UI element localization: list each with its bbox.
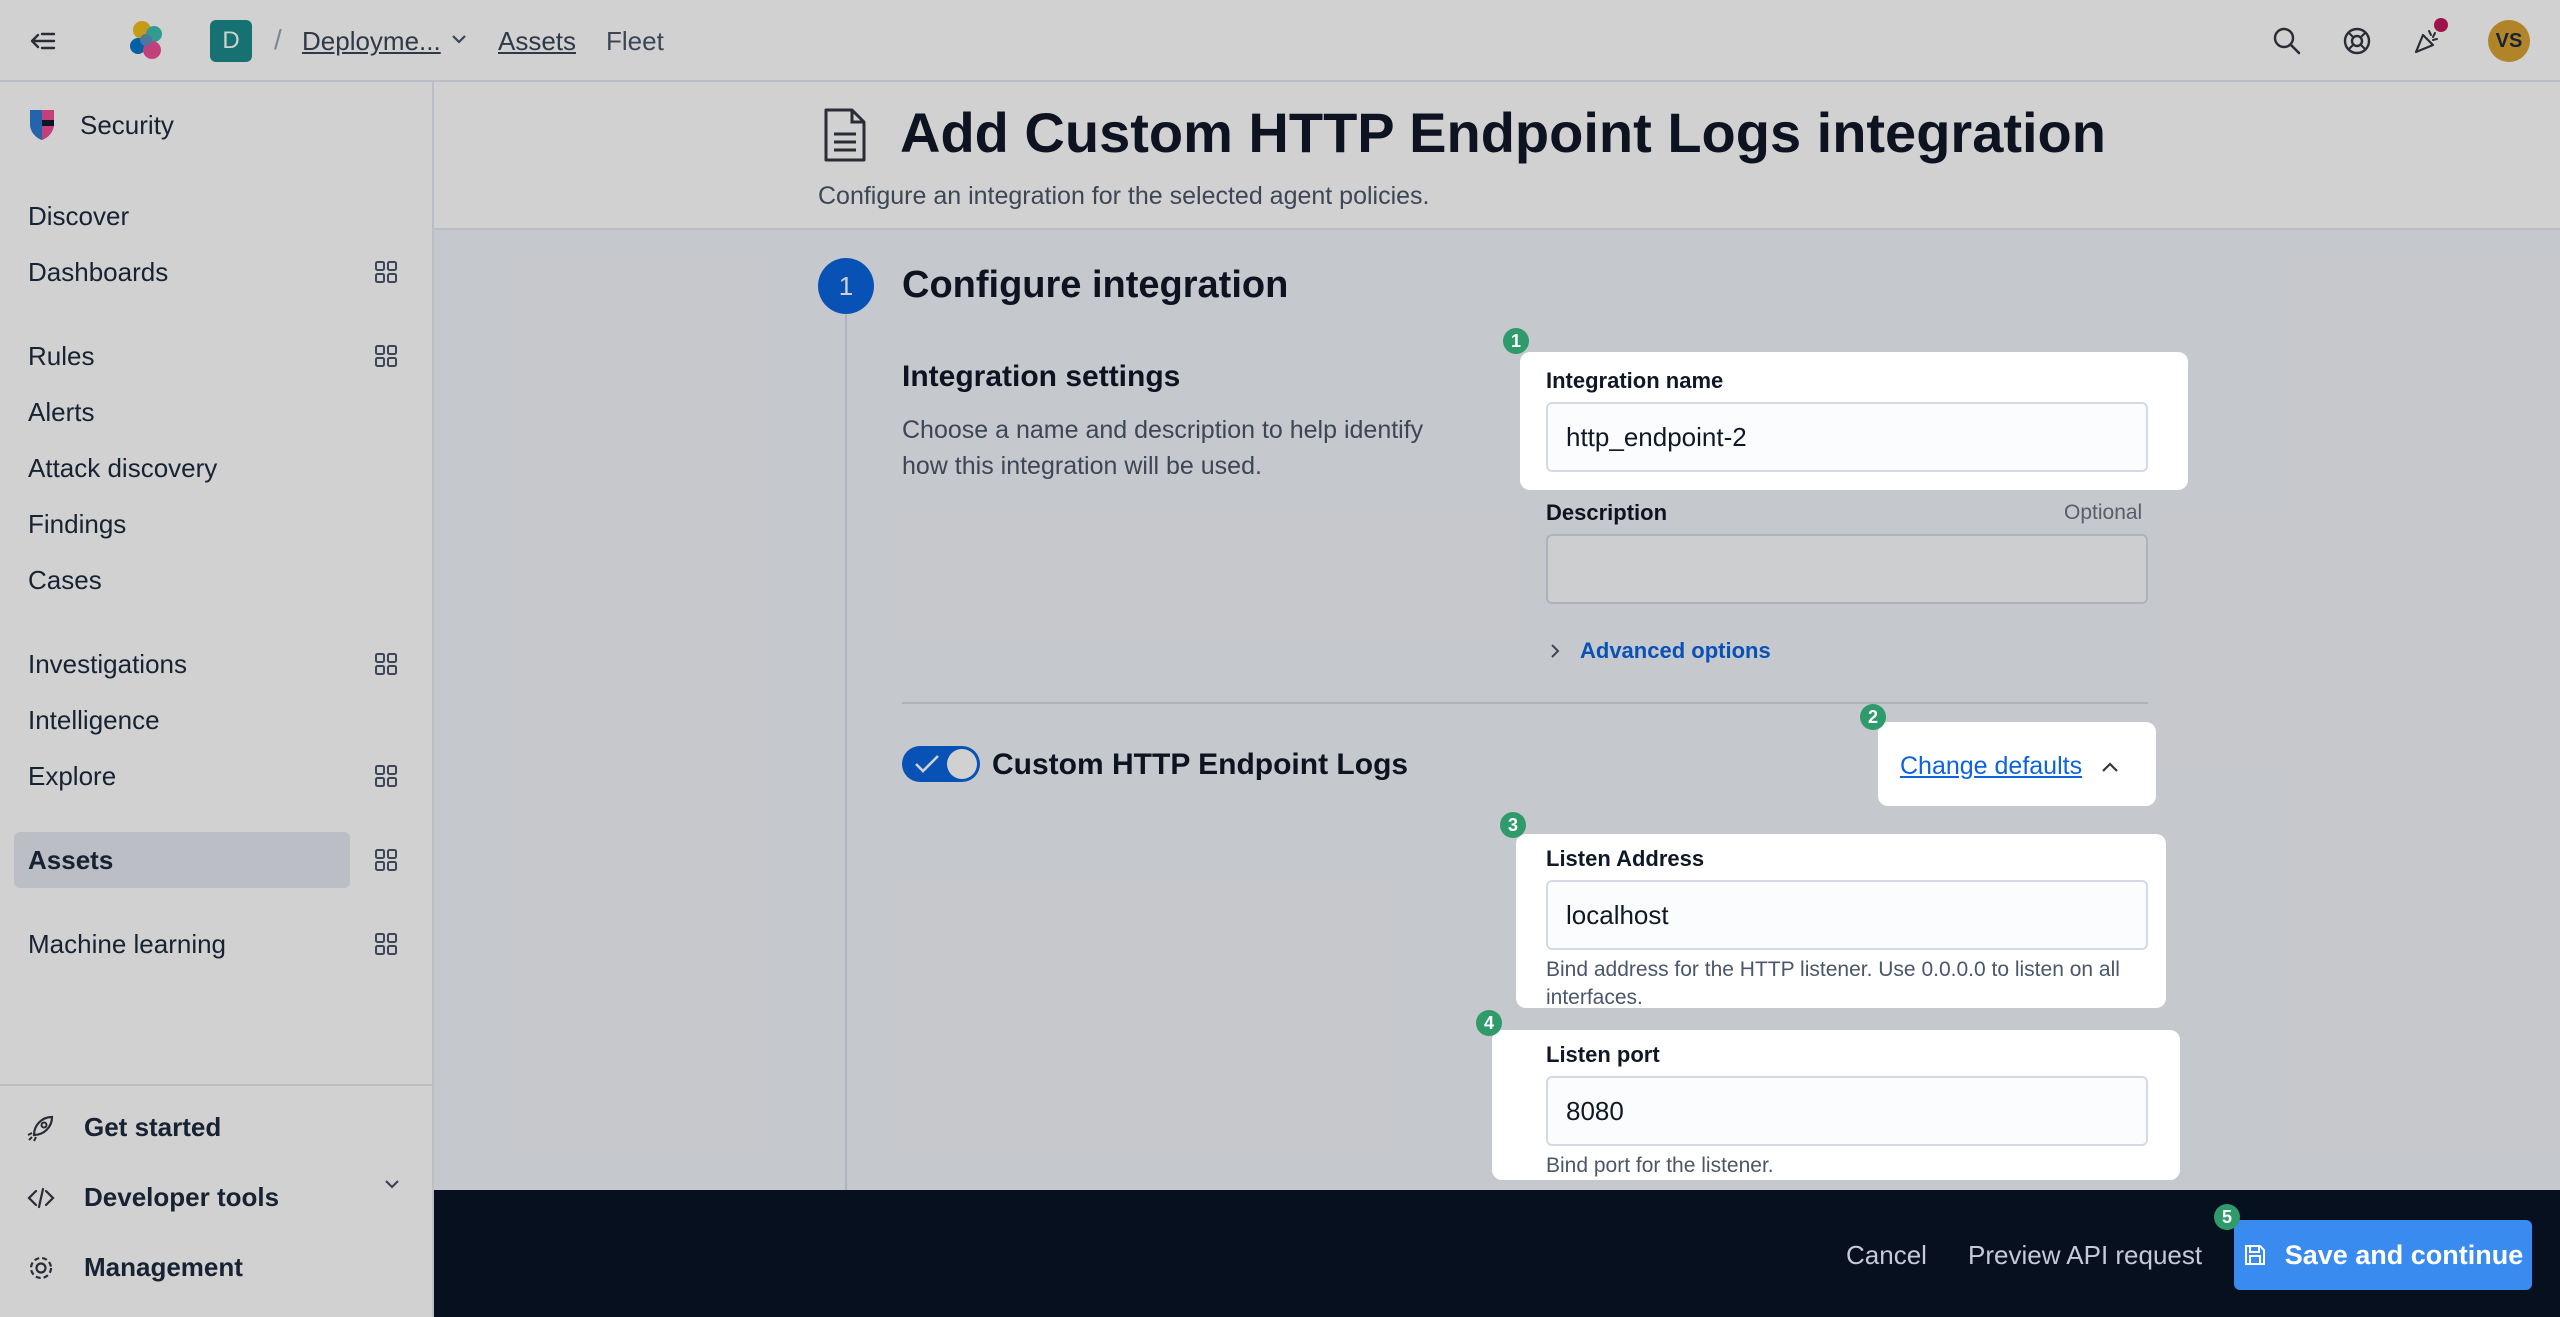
app-grid-icon[interactable] bbox=[374, 932, 398, 956]
marker-4: 4 bbox=[1476, 1010, 1502, 1036]
advanced-options-label: Advanced options bbox=[1580, 638, 1771, 663]
search-icon[interactable] bbox=[2268, 22, 2306, 60]
chevron-down-icon[interactable] bbox=[448, 28, 470, 50]
collapse-nav-icon[interactable] bbox=[24, 22, 62, 60]
check-icon bbox=[915, 755, 939, 773]
sidebar-brand[interactable]: Security bbox=[26, 108, 174, 142]
marker-2: 2 bbox=[1860, 704, 1886, 730]
step-number: 1 bbox=[818, 258, 874, 314]
user-avatar[interactable]: VS bbox=[2488, 20, 2530, 62]
listen-port-input[interactable]: 8080 bbox=[1546, 1076, 2148, 1146]
document-icon bbox=[824, 108, 866, 162]
sidebar-footer-divider bbox=[0, 1084, 432, 1086]
sidebar-get-started-label: Get started bbox=[84, 1112, 222, 1142]
integration-name-input[interactable]: http_endpoint-2 bbox=[1546, 402, 2148, 472]
sidebar-developer-tools[interactable]: Developer tools bbox=[26, 1182, 279, 1213]
listen-address-help: Bind address for the HTTP listener. Use … bbox=[1546, 958, 2120, 1009]
page-title: Add Custom HTTP Endpoint Logs integratio… bbox=[900, 101, 2106, 164]
save-icon bbox=[2244, 1245, 2265, 1265]
sidebar-item-dashboards[interactable]: Dashboards bbox=[14, 244, 350, 300]
sidebar-brand-label: Security bbox=[80, 109, 174, 140]
breadcrumb-separator: / bbox=[274, 24, 282, 55]
listen-port-label: Listen port bbox=[1546, 1042, 1660, 1067]
description-label: Description bbox=[1546, 500, 1668, 525]
sidebar-item-discover[interactable]: Discover bbox=[14, 188, 350, 244]
sidebar-item-machine-learning[interactable]: Machine learning bbox=[14, 916, 350, 972]
app-grid-icon[interactable] bbox=[374, 764, 398, 788]
integration-settings-title: Integration settings bbox=[902, 360, 1181, 393]
sidebar-management-label: Management bbox=[84, 1252, 243, 1282]
security-logo-icon bbox=[30, 110, 54, 140]
marker-5: 5 bbox=[2214, 1204, 2240, 1230]
section-divider bbox=[902, 702, 2148, 704]
breadcrumb-fleet: Fleet bbox=[606, 26, 664, 56]
save-and-continue-label: Save and continue bbox=[2284, 1239, 2524, 1270]
notification-dot bbox=[2434, 18, 2448, 32]
sidebar-item-attack-discovery[interactable]: Attack discovery bbox=[14, 440, 350, 496]
step-title: Configure integration bbox=[902, 264, 1289, 306]
sidebar-item-rules[interactable]: Rules bbox=[14, 328, 350, 384]
chevron-up-icon bbox=[2102, 761, 2118, 772]
app-grid-icon[interactable] bbox=[374, 260, 398, 284]
integration-title: Custom HTTP Endpoint Logs bbox=[992, 748, 1409, 781]
sidebar: Security Discover Dashboards Rules Alert… bbox=[0, 82, 434, 1317]
integration-enable-toggle[interactable] bbox=[902, 746, 980, 782]
preview-api-request-button[interactable]: Preview API request bbox=[1968, 1240, 2202, 1271]
space-badge[interactable]: D bbox=[210, 20, 252, 62]
step-line bbox=[845, 314, 847, 1194]
top-bar: D / Deployme... Assets Fleet VS bbox=[0, 0, 2560, 82]
listen-address-input[interactable]: localhost bbox=[1546, 880, 2148, 950]
listen-port-help: Bind port for the listener. bbox=[1546, 1154, 1774, 1177]
sidebar-item-cases[interactable]: Cases bbox=[14, 552, 350, 608]
marker-3: 3 bbox=[1500, 812, 1526, 838]
chevron-down-icon[interactable] bbox=[380, 1172, 404, 1196]
sidebar-management[interactable]: Management bbox=[26, 1252, 243, 1283]
breadcrumb-deployment[interactable]: Deployme... bbox=[302, 26, 441, 57]
elastic-logo-icon[interactable] bbox=[124, 18, 170, 64]
sidebar-get-started[interactable]: Get started bbox=[26, 1112, 221, 1143]
cancel-button[interactable]: Cancel bbox=[1846, 1240, 1927, 1271]
app-grid-icon[interactable] bbox=[374, 652, 398, 676]
integration-name-label: Integration name bbox=[1546, 368, 1724, 393]
advanced-options-toggle[interactable]: Advanced options bbox=[1546, 638, 1771, 664]
description-input[interactable] bbox=[1546, 534, 2148, 604]
save-and-continue-button[interactable]: Save and continue bbox=[2234, 1220, 2532, 1290]
app-grid-icon[interactable] bbox=[374, 848, 398, 872]
sidebar-item-alerts[interactable]: Alerts bbox=[14, 384, 350, 440]
sidebar-item-explore[interactable]: Explore bbox=[14, 748, 350, 804]
code-icon bbox=[27, 1187, 55, 1208]
sidebar-item-assets[interactable]: Assets bbox=[14, 832, 350, 888]
sidebar-item-findings[interactable]: Findings bbox=[14, 496, 350, 552]
change-defaults-label: Change defaults bbox=[1900, 752, 2083, 780]
sidebar-item-investigations[interactable]: Investigations bbox=[14, 636, 350, 692]
help-icon[interactable] bbox=[2338, 22, 2376, 60]
page-subtitle: Configure an integration for the selecte… bbox=[818, 182, 1430, 210]
description-optional: Optional bbox=[2064, 501, 2143, 524]
sidebar-item-intelligence[interactable]: Intelligence bbox=[14, 692, 350, 748]
breadcrumb-assets[interactable]: Assets bbox=[498, 26, 576, 57]
change-defaults-button[interactable]: Change defaults bbox=[1900, 752, 2122, 781]
gear-icon bbox=[29, 1256, 53, 1279]
rocket-icon bbox=[27, 1115, 54, 1141]
chevron-right-icon bbox=[1551, 644, 1560, 658]
newsfeed-icon[interactable] bbox=[2408, 18, 2448, 60]
app-grid-icon[interactable] bbox=[374, 344, 398, 368]
integration-settings-description: Choose a name and description to help id… bbox=[902, 416, 1424, 480]
toggle-knob bbox=[947, 749, 977, 779]
marker-1: 1 bbox=[1503, 328, 1529, 354]
listen-address-label: Listen Address bbox=[1546, 846, 1705, 871]
sidebar-developer-tools-label: Developer tools bbox=[84, 1182, 280, 1212]
